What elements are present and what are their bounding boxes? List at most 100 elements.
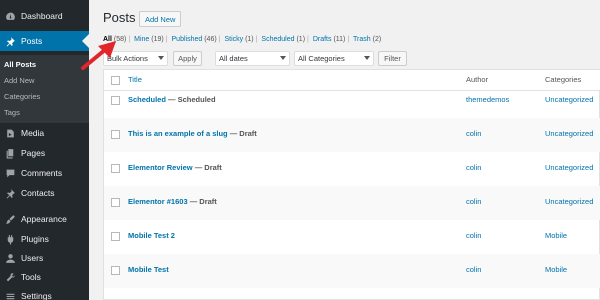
page-title: Posts [103, 10, 136, 25]
admin-sidebar: Dashboard Posts All Posts Add New Catego… [0, 0, 89, 300]
row-checkbox[interactable] [111, 96, 120, 105]
post-title-link[interactable]: Mobile Test 2 [128, 231, 175, 240]
sidebar-item-label: Posts [21, 36, 43, 46]
sidebar-item-dashboard[interactable]: Dashboard [0, 6, 89, 26]
post-category-link[interactable]: Mobile [545, 231, 567, 240]
users-icon [4, 252, 17, 265]
post-title-link[interactable]: Mobile Test [128, 265, 169, 274]
sidebar-item-label: Users [21, 253, 44, 263]
row-checkbox[interactable] [111, 130, 120, 139]
table-row: Mobile Test 2 colin Mobile [104, 220, 600, 254]
view-separator: | [307, 36, 309, 43]
post-state: — Draft [189, 197, 217, 206]
posts-submenu: All Posts Add New Categories Tags [0, 55, 89, 123]
row-title: This is an example of a slug — Draft [128, 129, 257, 138]
post-title-link[interactable]: Elementor #1603 [128, 197, 188, 206]
categories-select[interactable]: All Categories [294, 51, 374, 66]
post-category-link[interactable]: Uncategorized [545, 163, 593, 172]
brush-icon [4, 213, 17, 226]
row-checkbox[interactable] [111, 232, 120, 241]
view-scheduled-link[interactable]: Scheduled (1) [261, 36, 305, 43]
wrench-icon [4, 271, 17, 284]
column-categories-header: Categories [545, 75, 582, 84]
pages-icon [4, 147, 17, 160]
dashboard-icon [4, 10, 17, 23]
chevron-down-icon [364, 56, 370, 60]
column-title-header[interactable]: Title [128, 75, 142, 84]
view-separator: | [347, 36, 350, 43]
post-state: — Scheduled [168, 95, 216, 104]
sidebar-item-tools[interactable]: Tools [0, 267, 89, 287]
column-author-header: Author [466, 75, 489, 84]
row-title: Scheduled — Scheduled [128, 95, 216, 104]
row-title: Elementor Review — Draft [128, 163, 222, 172]
sidebar-item-label: Media [21, 128, 45, 138]
filter-button[interactable]: Filter [378, 51, 407, 66]
sidebar-item-settings[interactable]: Settings [0, 286, 89, 300]
row-checkbox[interactable] [111, 266, 120, 275]
table-row: Elementor Review — Draft colin Uncategor… [104, 152, 600, 186]
posts-table: Title Author Categories Scheduled — Sche… [103, 69, 600, 300]
post-category-link[interactable]: Uncategorized [545, 129, 593, 138]
post-author-link[interactable]: themedemos [466, 95, 509, 104]
sidebar-item-label: Comments [21, 168, 63, 178]
row-title: Mobile Test [128, 265, 169, 274]
dates-select[interactable]: All dates [215, 51, 290, 66]
apply-button[interactable]: Apply [173, 51, 202, 66]
sidebar-item-posts[interactable]: Posts [0, 31, 89, 51]
view-trash-link[interactable]: Trash (2) [353, 36, 381, 43]
post-author-link[interactable]: colin [466, 163, 481, 172]
sidebar-item-label: Tools [21, 272, 41, 282]
row-checkbox[interactable] [111, 198, 120, 207]
sidebar-item-plugins[interactable]: Plugins [0, 229, 89, 249]
post-category-link[interactable]: Uncategorized [545, 197, 593, 206]
post-author-link[interactable]: colin [466, 197, 481, 206]
sidebar-item-users[interactable]: Users [0, 248, 89, 268]
media-icon [4, 127, 17, 140]
view-separator: | [218, 36, 221, 43]
sidebar-item-label: Plugins [21, 234, 49, 244]
view-published-link[interactable]: Published (46) [172, 36, 217, 43]
post-author-link[interactable]: colin [466, 129, 481, 138]
row-title: Mobile Test 2 [128, 231, 175, 240]
submenu-item-all-posts[interactable]: All Posts [0, 57, 89, 71]
sidebar-item-appearance[interactable]: Appearance [0, 209, 89, 229]
sidebar-item-contacts[interactable]: Contacts [0, 183, 89, 203]
sidebar-item-pages[interactable]: Pages [0, 143, 89, 163]
add-new-button[interactable]: Add New [139, 11, 182, 27]
plugin-icon [4, 233, 17, 246]
post-state: — Draft [194, 163, 222, 172]
sidebar-item-media[interactable]: Media [0, 123, 89, 143]
table-row: Scheduled — Scheduled themedemos Uncateg… [104, 84, 600, 118]
row-title: Elementor #1603 — Draft [128, 197, 217, 206]
post-category-link[interactable]: Uncategorized [545, 95, 593, 104]
pin-icon [4, 35, 17, 48]
post-category-link[interactable]: Mobile [545, 265, 567, 274]
sidebar-item-comments[interactable]: Comments [0, 163, 89, 183]
submenu-item-tags[interactable]: Tags [0, 105, 89, 119]
dates-value: All dates [219, 54, 248, 63]
sidebar-item-label: Dashboard [21, 11, 63, 21]
view-separator: | [255, 36, 258, 43]
post-title-link[interactable]: Elementor Review [128, 163, 193, 172]
pin-icon [4, 187, 17, 200]
post-title-link[interactable]: Scheduled [128, 95, 166, 104]
post-author-link[interactable]: colin [466, 231, 481, 240]
sidebar-item-label: Pages [21, 148, 46, 158]
annotation-arrow-icon [81, 41, 116, 70]
post-author-link[interactable]: colin [466, 265, 481, 274]
view-mine-link[interactable]: Mine (19) [134, 36, 164, 43]
sidebar-item-label: Settings [21, 291, 52, 300]
table-row: This is an example of a slug — Draft col… [104, 118, 600, 152]
view-drafts-link[interactable]: Drafts (11) [313, 36, 346, 43]
submenu-item-categories[interactable]: Categories [0, 89, 89, 103]
chevron-down-icon [158, 56, 164, 60]
sidebar-item-label: Appearance [21, 214, 67, 224]
view-sticky-link[interactable]: Sticky (1) [224, 36, 253, 43]
post-title-link[interactable]: This is an example of a slug [128, 129, 228, 138]
row-checkbox[interactable] [111, 164, 120, 173]
submenu-item-add-new[interactable]: Add New [0, 73, 89, 87]
settings-icon [4, 290, 17, 300]
table-row: Mobile Test colin Mobile [104, 254, 600, 288]
view-separator: | [165, 36, 168, 43]
